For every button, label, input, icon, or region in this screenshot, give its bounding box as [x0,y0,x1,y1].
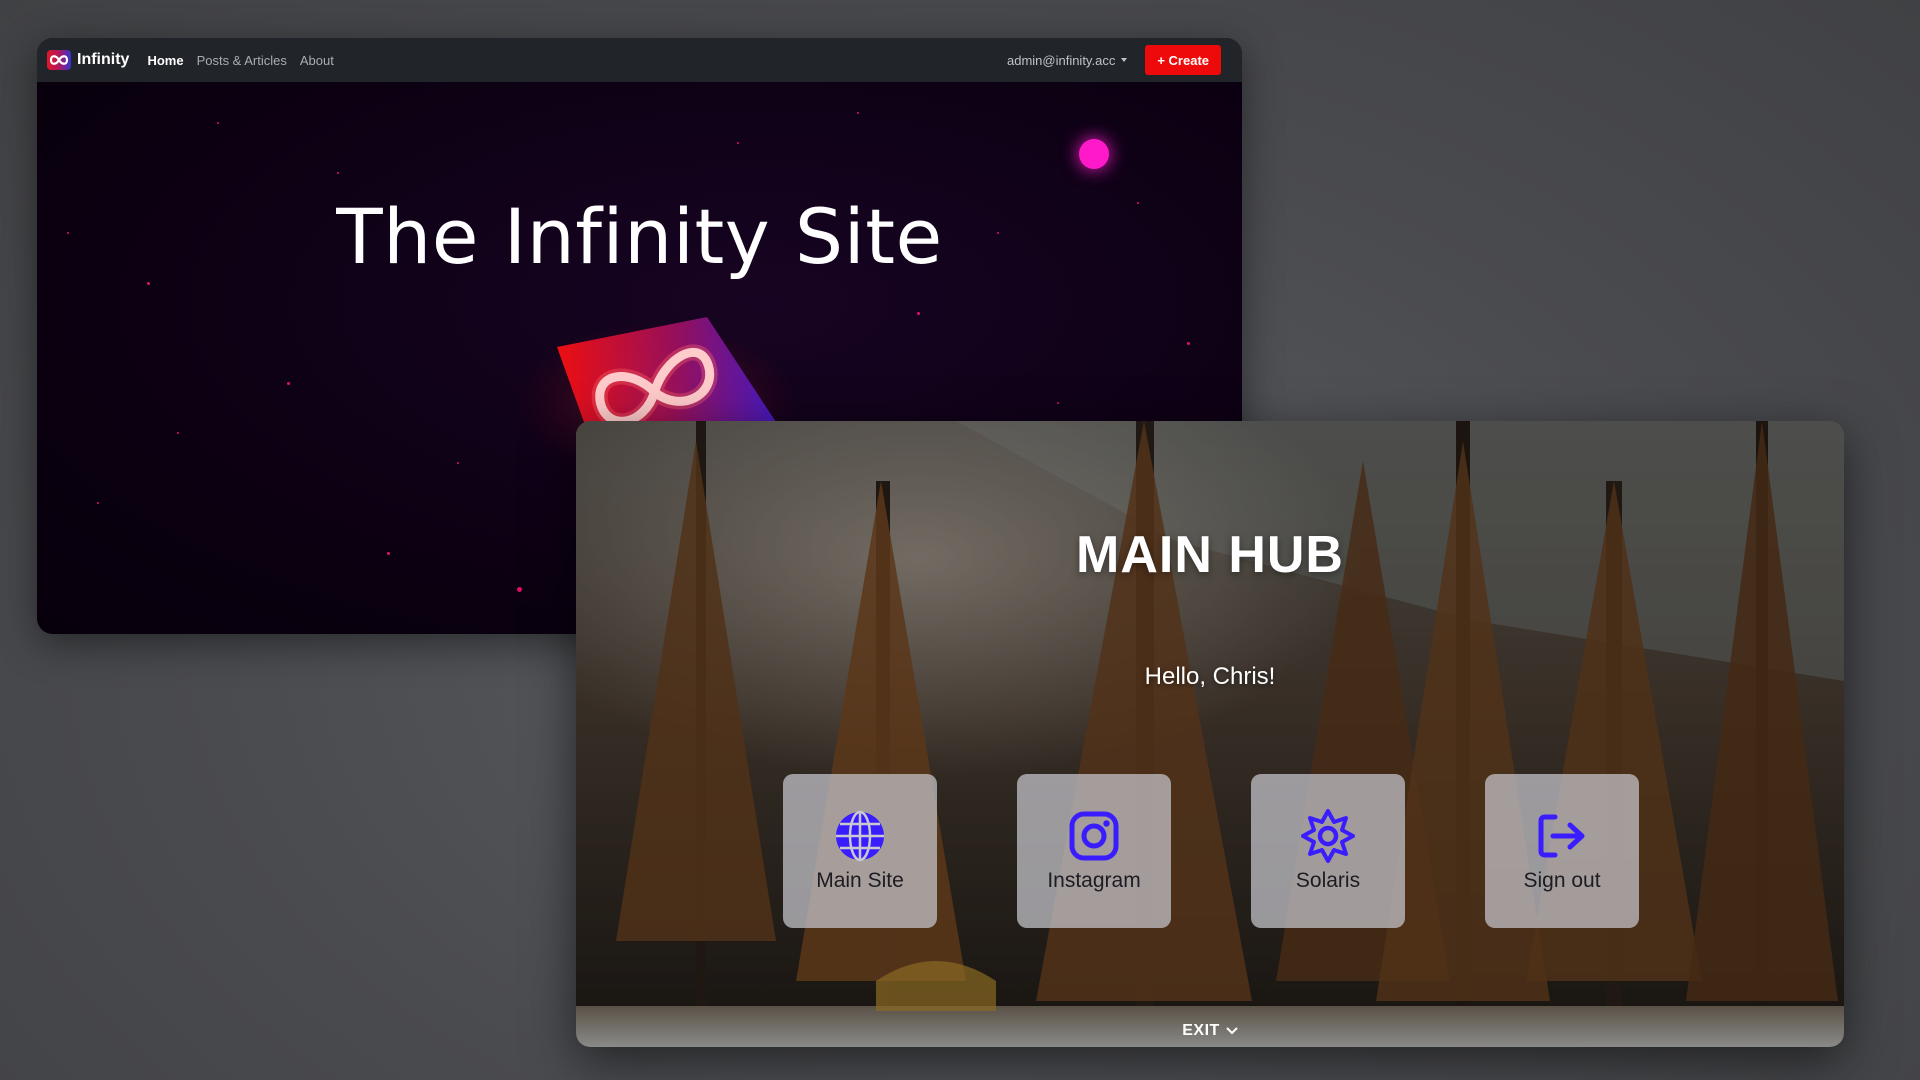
nav-posts-articles[interactable]: Posts & Articles [197,53,287,68]
create-button[interactable]: + Create [1145,45,1221,75]
greeting-text: Hello, Chris! [1144,663,1276,690]
brand[interactable]: Infinity [47,50,129,70]
star [177,432,179,434]
instagram-icon [1069,811,1119,861]
forest-background [576,421,1844,1047]
chevron-down-icon [1226,1027,1238,1035]
exit-label: EXIT [1182,1022,1220,1039]
sun-icon [1301,809,1355,863]
tile-label: Main Site [816,869,904,892]
globe-icon [836,810,884,862]
star [1057,402,1059,404]
brand-name: Infinity [77,51,130,68]
star [517,587,522,592]
sign-out-icon [1538,814,1585,858]
star [287,382,290,385]
caret-down-icon [1121,58,1128,62]
hub-title: MAIN HUB [1076,526,1344,584]
nav-about[interactable]: About [300,53,334,68]
star [387,552,390,555]
navbar: Infinity Home Posts & Articles About adm… [37,38,1242,82]
star [917,312,920,315]
tile-instagram[interactable]: Instagram [1017,774,1171,928]
glowing-planet [1079,139,1109,169]
tile-label: Solaris [1295,869,1361,892]
star [147,282,150,285]
star [737,142,739,144]
nav-home[interactable]: Home [147,53,183,68]
tile-sign-out[interactable]: Sign out [1485,774,1639,928]
tile-main-site[interactable]: Main Site [783,774,937,928]
main-hub-window: MAIN HUB Hello, Chris! Main Site Instagr… [576,421,1844,1047]
create-label: + Create [1157,52,1209,68]
star [857,112,859,114]
hero-title: The Infinity Site [336,192,943,281]
tile-label: Sign out [1523,869,1601,892]
star [337,172,339,174]
tile-solaris[interactable]: Solaris [1251,774,1405,928]
account-dropdown[interactable]: admin@infinity.acc [1006,52,1128,68]
star [1187,342,1190,345]
star [457,462,459,464]
tile-label: Instagram [1047,869,1141,892]
star [217,122,219,124]
account-email: admin@infinity.acc [1006,52,1116,68]
exit-button[interactable]: EXIT [576,1022,1844,1040]
star [97,502,99,504]
infinity-logo-icon [47,50,71,70]
